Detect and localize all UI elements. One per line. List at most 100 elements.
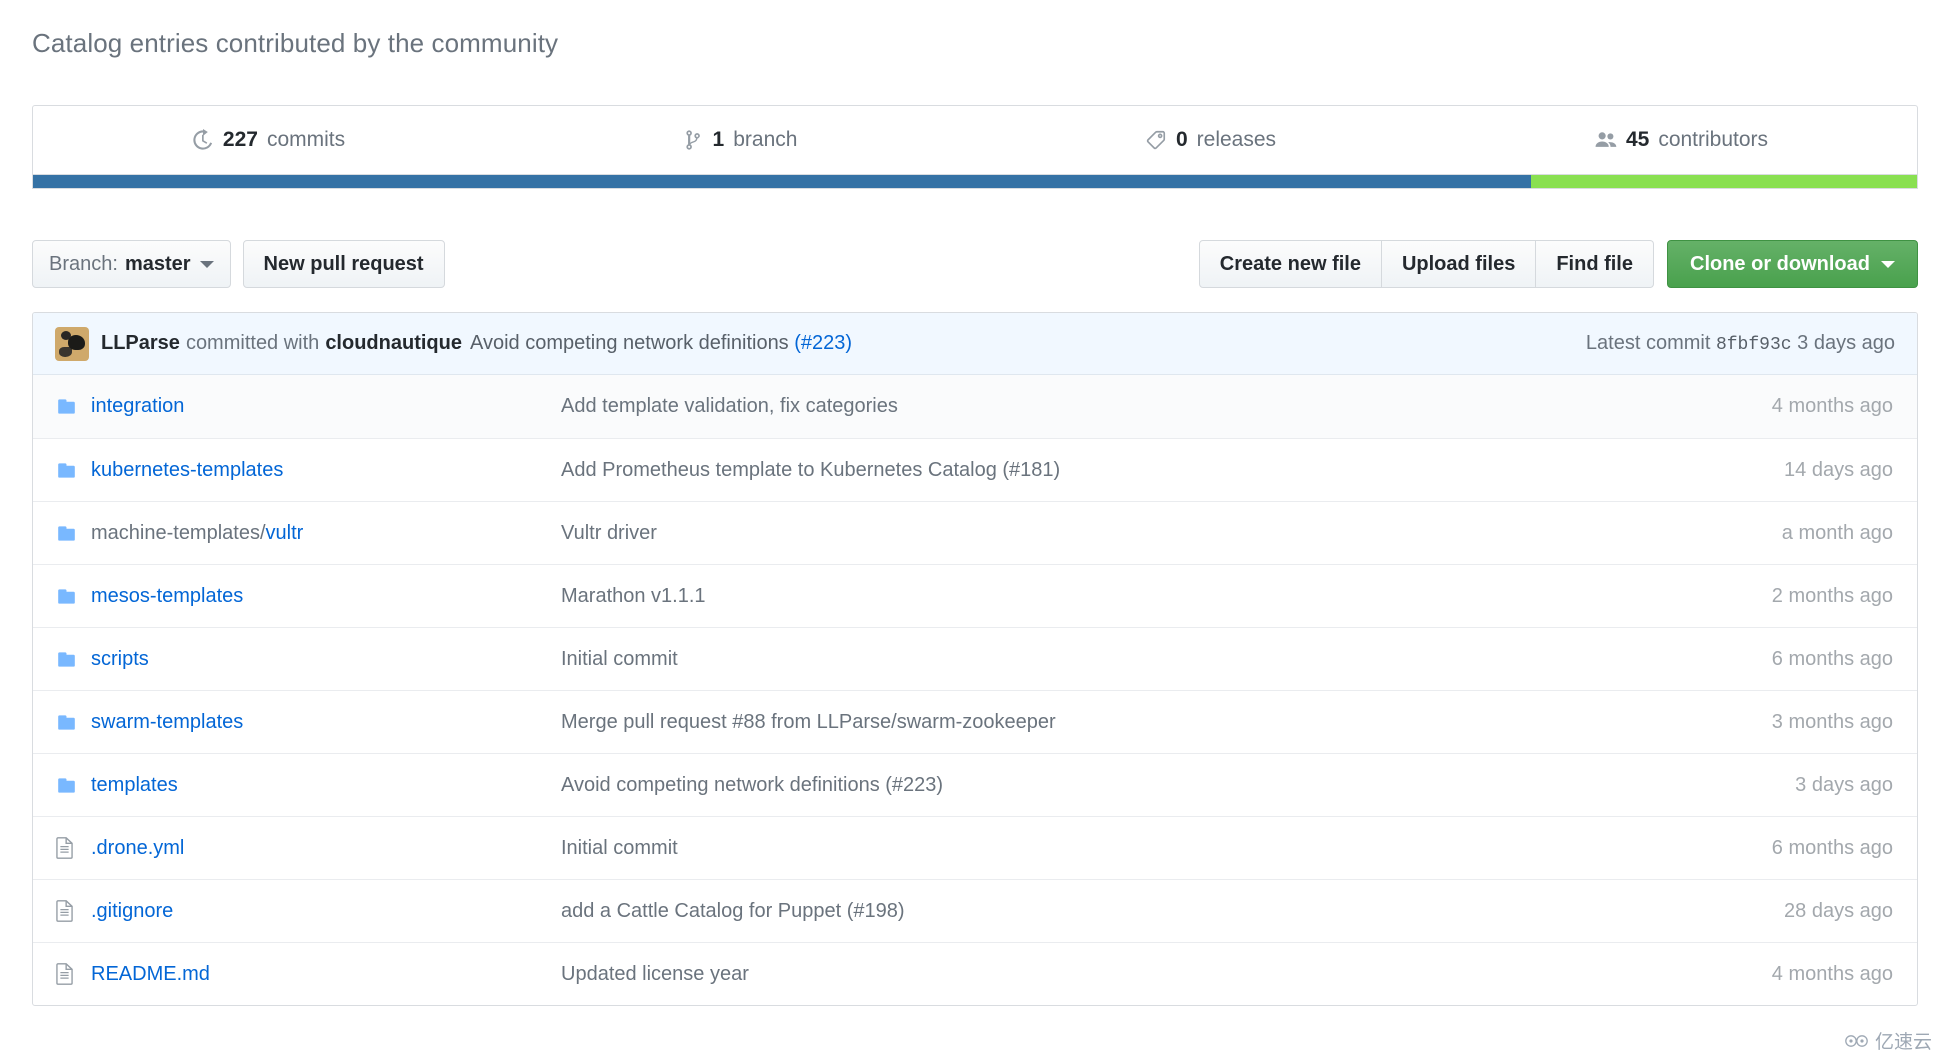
table-row[interactable]: swarm-templates Merge pull request #88 f… bbox=[33, 690, 1917, 753]
language-segment-secondary[interactable] bbox=[1530, 175, 1917, 188]
folder-icon bbox=[33, 587, 91, 606]
file-name-text: kubernetes-templates bbox=[91, 458, 284, 481]
file-name-link[interactable]: .gitignore bbox=[91, 900, 561, 923]
language-segment-primary[interactable] bbox=[33, 175, 1531, 188]
new-pull-request-button[interactable]: New pull request bbox=[242, 240, 445, 288]
file-name-link[interactable]: templates bbox=[91, 774, 561, 797]
watermark-logo-icon bbox=[1845, 1034, 1868, 1047]
file-commit-age: 6 months ago bbox=[1771, 836, 1893, 859]
clone-or-download-button[interactable]: Clone or download bbox=[1667, 240, 1918, 288]
branch-icon bbox=[682, 129, 704, 151]
commit-message: Avoid competing network definitions (#22… bbox=[470, 332, 852, 355]
file-name-text: .gitignore bbox=[91, 899, 174, 922]
file-commit-message[interactable]: Avoid competing network definitions (#22… bbox=[561, 774, 1647, 797]
upload-files-button[interactable]: Upload files bbox=[1381, 240, 1537, 288]
table-row[interactable]: .gitignore add a Cattle Catalog for Pupp… bbox=[33, 879, 1917, 942]
file-name-text: integration bbox=[91, 395, 185, 417]
file-list-box: LLParse committed with cloudnautique Avo… bbox=[32, 312, 1918, 1006]
file-rows: integration Add template validation, fix… bbox=[33, 375, 1917, 1005]
table-row[interactable]: README.md Updated license year 4 months … bbox=[33, 942, 1917, 1005]
stat-branches[interactable]: 1 branch bbox=[504, 106, 975, 174]
numbers-summary: 227 commits 1 branch 0 releases 45 contr… bbox=[32, 105, 1918, 175]
table-row[interactable]: scripts Initial commit 6 months ago bbox=[33, 627, 1917, 690]
repository-page: Catalog entries contributed by the commu… bbox=[0, 0, 1950, 1064]
folder-icon bbox=[33, 524, 91, 543]
stat-branches-label: branch bbox=[733, 128, 798, 151]
file-commit-age: 28 days ago bbox=[1784, 899, 1893, 922]
stat-commits[interactable]: 227 commits bbox=[33, 106, 504, 174]
branch-name-label: master bbox=[124, 253, 191, 275]
watermark-text: 亿速云 bbox=[1874, 1032, 1932, 1053]
file-commit-age: a month ago bbox=[1781, 521, 1893, 544]
file-name-link[interactable]: integration bbox=[91, 395, 561, 418]
table-row[interactable]: integration Add template validation, fix… bbox=[33, 375, 1917, 438]
folder-icon bbox=[33, 650, 91, 669]
file-commit-age: 6 months ago bbox=[1771, 647, 1893, 670]
folder-icon bbox=[33, 461, 91, 480]
stat-releases-label: releases bbox=[1196, 128, 1277, 151]
latest-commit-age: 3 days ago bbox=[1797, 332, 1895, 354]
branch-select-button[interactable]: Branch: master bbox=[32, 240, 231, 288]
chevron-down-icon bbox=[199, 260, 214, 268]
file-commit-message[interactable]: Initial commit bbox=[561, 837, 1647, 860]
latest-commit-bar: LLParse committed with cloudnautique Avo… bbox=[33, 313, 1917, 375]
file-icon bbox=[33, 900, 91, 922]
table-row[interactable]: mesos-templates Marathon v1.1.1 2 months… bbox=[33, 564, 1917, 627]
commit-author-link[interactable]: LLParse bbox=[101, 332, 180, 355]
repository-summary: 227 commits 1 branch 0 releases 45 contr… bbox=[32, 105, 1918, 189]
stat-releases-count: 0 bbox=[1175, 128, 1188, 151]
commit-sha[interactable]: 8fbf93c bbox=[1716, 335, 1792, 355]
file-name-text: swarm-templates bbox=[91, 710, 244, 733]
people-icon bbox=[1595, 129, 1617, 151]
file-path-prefix: machine-templates/ bbox=[91, 521, 266, 544]
table-row[interactable]: templates Avoid competing network defini… bbox=[33, 753, 1917, 816]
file-name-link[interactable]: swarm-templates bbox=[91, 711, 561, 734]
stat-branches-count: 1 bbox=[712, 128, 725, 151]
file-commit-message[interactable]: Marathon v1.1.1 bbox=[561, 585, 1647, 608]
file-commit-age: 3 months ago bbox=[1771, 710, 1893, 733]
commit-coauthor-link[interactable]: cloudnautique bbox=[325, 332, 462, 355]
clone-or-download-label: Clone or download bbox=[1690, 253, 1870, 275]
file-name-link[interactable]: README.md bbox=[91, 963, 561, 986]
file-commit-message[interactable]: Add Prometheus template to Kubernetes Ca… bbox=[561, 459, 1647, 482]
page-title: Catalog entries contributed by the commu… bbox=[32, 28, 559, 58]
file-commit-message[interactable]: Merge pull request #88 from LLParse/swar… bbox=[561, 711, 1647, 734]
stat-contributors-count: 45 bbox=[1625, 128, 1650, 151]
stat-contributors[interactable]: 45 contributors bbox=[1446, 106, 1917, 174]
file-commit-message[interactable]: add a Cattle Catalog for Puppet (#198) bbox=[561, 900, 1647, 923]
file-commit-message[interactable]: Vultr driver bbox=[561, 522, 1647, 545]
commit-issue-link[interactable]: (#223) bbox=[794, 332, 852, 354]
create-new-file-button[interactable]: Create new file bbox=[1198, 240, 1382, 288]
table-row[interactable]: machine-templates/vultr Vultr driver a m… bbox=[33, 501, 1917, 564]
file-navigation-toolbar: Branch: master New pull request Create n… bbox=[32, 240, 1918, 288]
file-icon bbox=[33, 963, 91, 985]
avatar[interactable] bbox=[55, 326, 89, 361]
latest-commit-label: Latest commit bbox=[1585, 332, 1711, 354]
table-row[interactable]: kubernetes-templates Add Prometheus temp… bbox=[33, 438, 1917, 501]
folder-icon bbox=[33, 713, 91, 732]
tag-icon bbox=[1145, 129, 1167, 151]
file-icon bbox=[33, 837, 91, 859]
stat-commits-label: commits bbox=[266, 128, 346, 151]
file-commit-message[interactable]: Add template validation, fix categories bbox=[561, 395, 1647, 418]
watermark: 亿速云 bbox=[1844, 1027, 1932, 1054]
file-name-text: .drone.yml bbox=[91, 836, 185, 859]
file-name-text: README.md bbox=[91, 962, 210, 985]
file-commit-message[interactable]: Updated license year bbox=[561, 963, 1647, 986]
file-name-text: templates bbox=[91, 773, 178, 796]
file-actions-group: Create new file Upload files Find file bbox=[1198, 240, 1654, 288]
file-name-link[interactable]: machine-templates/vultr bbox=[91, 522, 561, 545]
file-name-link[interactable]: mesos-templates bbox=[91, 585, 561, 608]
file-commit-age: 4 months ago bbox=[1771, 395, 1893, 417]
find-file-button[interactable]: Find file bbox=[1536, 240, 1654, 288]
table-row[interactable]: .drone.yml Initial commit 6 months ago bbox=[33, 816, 1917, 879]
file-name-link[interactable]: scripts bbox=[91, 648, 561, 671]
file-commit-age: 3 days ago bbox=[1795, 773, 1893, 796]
stat-commits-count: 227 bbox=[222, 128, 258, 151]
file-name-link[interactable]: .drone.yml bbox=[91, 837, 561, 860]
latest-commit-meta: Latest commit 8fbf93c 3 days ago bbox=[1586, 332, 1895, 355]
stat-releases[interactable]: 0 releases bbox=[975, 106, 1446, 174]
file-commit-message[interactable]: Initial commit bbox=[561, 648, 1647, 671]
file-commit-age: 14 days ago bbox=[1784, 458, 1893, 481]
file-name-link[interactable]: kubernetes-templates bbox=[91, 459, 561, 482]
